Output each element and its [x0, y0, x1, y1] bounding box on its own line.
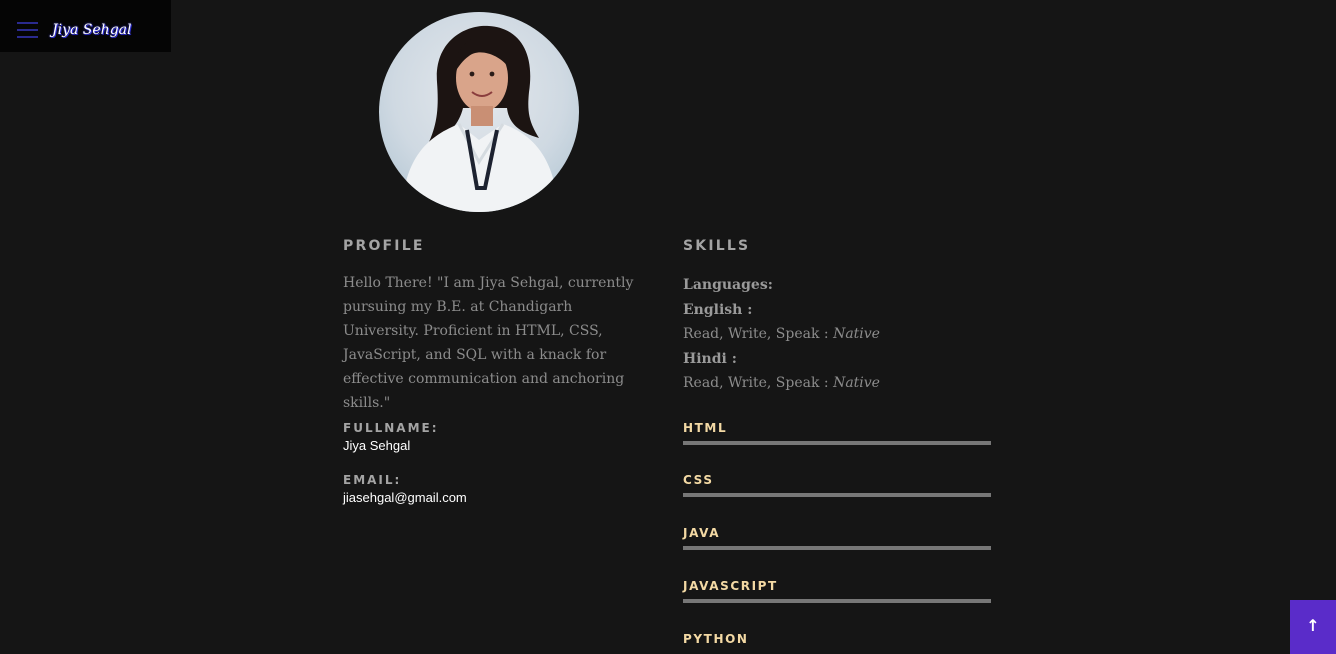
skill-java: JAVA — [683, 525, 991, 550]
language-level-text: Read, Write, Speak : — [683, 375, 834, 391]
skill-bar — [683, 546, 991, 550]
language-level-text: Read, Write, Speak : — [683, 326, 834, 342]
languages-block: Languages: English : Read, Write, Speak … — [683, 273, 880, 396]
skill-label: JAVA — [683, 526, 721, 540]
language-level-value: Native — [833, 375, 880, 391]
email-value[interactable]: jiasehgal@gmail.com — [343, 490, 467, 505]
hamburger-icon[interactable] — [17, 22, 38, 39]
email-label: EMAIL: — [343, 473, 402, 487]
skill-css: CSS — [683, 472, 991, 497]
menu-line — [17, 29, 38, 31]
profile-description: Hello There! "I am Jiya Sehgal, currentl… — [343, 275, 634, 411]
language-name-english: English : — [683, 301, 753, 318]
menu-line — [17, 22, 38, 24]
language-level-english: Read, Write, Speak : Native — [683, 322, 880, 347]
language-level-hindi: Read, Write, Speak : Native — [683, 371, 880, 396]
skill-html: HTML — [683, 420, 991, 445]
skill-bar — [683, 599, 991, 603]
skill-label: HTML — [683, 421, 728, 435]
fullname-value: Jiya Sehgal — [343, 438, 411, 453]
site-name-link[interactable]: Jiya Sehgal — [52, 22, 131, 38]
languages-label: Languages: — [683, 277, 773, 293]
menu-line — [17, 36, 38, 38]
profile-avatar — [379, 12, 579, 212]
skills-heading: SKILLS — [683, 238, 751, 254]
avatar-portrait — [401, 25, 559, 212]
language-level-value: Native — [833, 326, 880, 342]
skill-bar — [683, 493, 991, 497]
fullname-label: FULLNAME: — [343, 421, 439, 435]
profile-heading: PROFILE — [343, 238, 425, 254]
arrow-up-icon: ↑ — [1306, 616, 1320, 635]
language-name-hindi: Hindi : — [683, 350, 737, 367]
skill-label: JAVASCRIPT — [683, 579, 778, 593]
skill-python: PYTHON — [683, 631, 991, 647]
site-header: Jiya Sehgal — [0, 0, 171, 52]
back-to-top-button[interactable]: ↑ — [1290, 600, 1336, 654]
skill-bar — [683, 441, 991, 445]
skill-label: CSS — [683, 473, 714, 487]
skill-javascript: JAVASCRIPT — [683, 578, 991, 603]
skill-label: PYTHON — [683, 632, 749, 646]
